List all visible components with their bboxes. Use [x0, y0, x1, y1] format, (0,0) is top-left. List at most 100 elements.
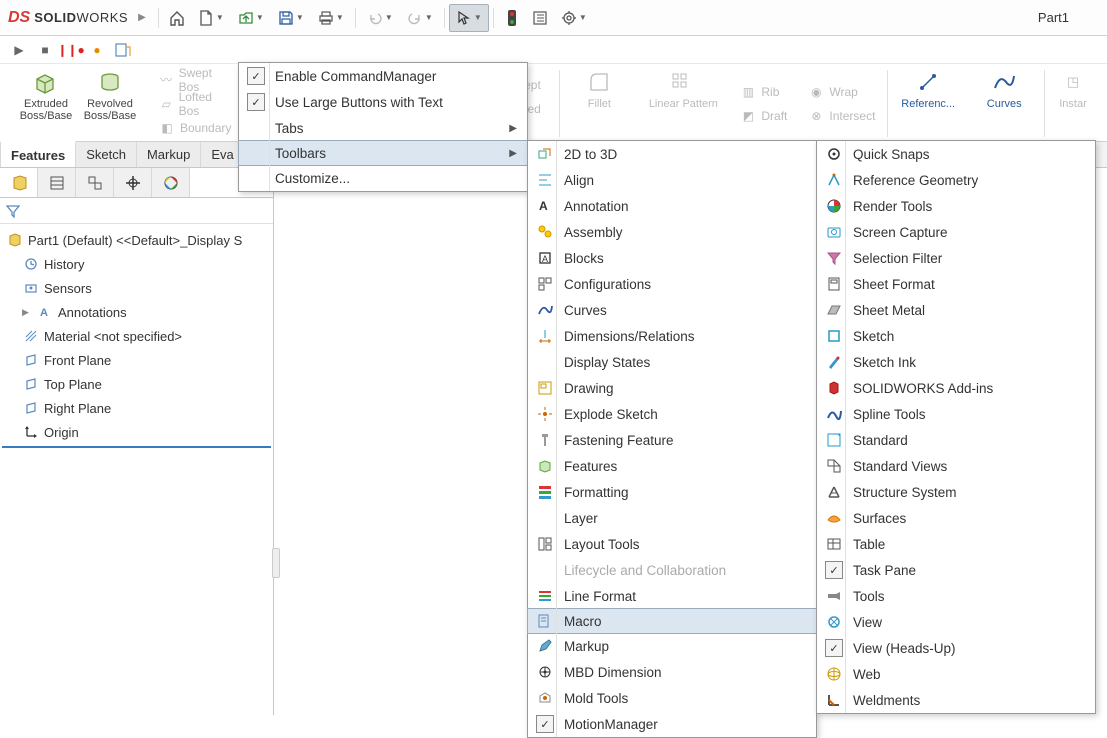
property-tab[interactable]: [38, 168, 76, 197]
menu-item-structure-system[interactable]: Structure System: [817, 479, 1095, 505]
redo-button[interactable]: ▼: [400, 4, 440, 32]
new-button[interactable]: ▼: [191, 4, 231, 32]
menu-item-display-states[interactable]: Display States: [528, 349, 816, 375]
swept-boss-button[interactable]: 〰Swept Bos: [154, 69, 235, 91]
menu-item-configurations[interactable]: Configurations: [528, 271, 816, 297]
menu-item-layer[interactable]: Layer: [528, 505, 816, 531]
tab-sketch[interactable]: Sketch: [76, 142, 137, 167]
record-icon[interactable]: ●: [86, 40, 108, 60]
menu-item-surfaces[interactable]: Surfaces: [817, 505, 1095, 531]
menu-item-assembly[interactable]: Assembly: [528, 219, 816, 245]
pause-record-icon[interactable]: ❙❙●: [60, 40, 82, 60]
menu-item-2d-to-3d[interactable]: 2D to 3D: [528, 141, 816, 167]
intersect-button[interactable]: ⊗Intersect: [803, 105, 879, 127]
revolved-boss-button[interactable]: RevolvedBoss/Base: [78, 68, 142, 122]
menu-item-annotation[interactable]: AAnnotation: [528, 193, 816, 219]
menu-item-quick-snaps[interactable]: Quick Snaps: [817, 141, 1095, 167]
menu-item-layout-tools[interactable]: Layout Tools: [528, 531, 816, 557]
menu-item-reference-geometry[interactable]: Reference Geometry: [817, 167, 1095, 193]
menu-item-dimensions-relations[interactable]: Dimensions/Relations: [528, 323, 816, 349]
curves-button[interactable]: Curves: [972, 68, 1036, 110]
menu-item-markup[interactable]: Markup: [528, 633, 816, 659]
traffic-light-icon[interactable]: [498, 4, 526, 32]
menu-item-tools[interactable]: Tools: [817, 583, 1095, 609]
menu-item-blocks[interactable]: ABlocks: [528, 245, 816, 271]
print-button[interactable]: ▼: [311, 4, 351, 32]
options-list-button[interactable]: [526, 4, 554, 32]
home-button[interactable]: [163, 4, 191, 32]
tree-item-top-plane[interactable]: Top Plane: [2, 372, 271, 396]
boundary-boss-button[interactable]: ◧Boundary: [154, 117, 235, 139]
splitter-handle[interactable]: [272, 548, 280, 578]
menu-item-web[interactable]: Web: [817, 661, 1095, 687]
wrap-button[interactable]: ◉Wrap: [803, 81, 861, 103]
save-button[interactable]: ▼: [271, 4, 311, 32]
filter-row[interactable]: [0, 198, 273, 224]
menu-item-fastening-feature[interactable]: Fastening Feature: [528, 427, 816, 453]
draft-button[interactable]: ◩Draft: [735, 105, 791, 127]
config-tab[interactable]: [76, 168, 114, 197]
appearance-tab[interactable]: [152, 168, 190, 197]
menu-item-sheet-metal[interactable]: Sheet Metal: [817, 297, 1095, 323]
menu-item-features[interactable]: Features: [528, 453, 816, 479]
menu-item-macro[interactable]: Macro: [527, 608, 817, 634]
menu-item-render-tools[interactable]: Render Tools: [817, 193, 1095, 219]
menu-item-screen-capture[interactable]: Screen Capture: [817, 219, 1095, 245]
tree-item-sensors[interactable]: Sensors: [2, 276, 271, 300]
script-icon[interactable]: [112, 40, 134, 60]
menu-item-view[interactable]: View: [817, 609, 1095, 635]
extruded-boss-button[interactable]: ExtrudedBoss/Base: [14, 68, 78, 122]
tree-item-origin[interactable]: Origin: [2, 420, 271, 444]
tree-item-history[interactable]: History: [2, 252, 271, 276]
menu-item-sheet-format[interactable]: Sheet Format: [817, 271, 1095, 297]
menu-item-table[interactable]: Table: [817, 531, 1095, 557]
menu-item-task-pane[interactable]: ✓Task Pane: [817, 557, 1095, 583]
menu-item-view-heads-up-[interactable]: ✓View (Heads-Up): [817, 635, 1095, 661]
tree-root[interactable]: Part1 (Default) <<Default>_Display S: [2, 228, 271, 252]
menu-item-align[interactable]: Align: [528, 167, 816, 193]
fillet-button[interactable]: Fillet: [567, 68, 631, 110]
tab-features[interactable]: Features: [0, 141, 76, 167]
menu-item-sketch[interactable]: Sketch: [817, 323, 1095, 349]
tree-item-annotations[interactable]: ▶AAnnotations: [2, 300, 271, 324]
menu-customize[interactable]: Customize...: [239, 165, 527, 191]
dimxpert-tab[interactable]: [114, 168, 152, 197]
menu-enable-commandmanager[interactable]: ✓ Enable CommandManager: [239, 63, 527, 89]
undo-button[interactable]: ▼: [360, 4, 400, 32]
menu-item-standard[interactable]: Standard: [817, 427, 1095, 453]
menu-item-line-format[interactable]: Line Format: [528, 583, 816, 609]
menu-toolbars[interactable]: Toolbars ▶: [238, 140, 528, 166]
lofted-boss-button[interactable]: ▱Lofted Bos: [154, 93, 235, 115]
reference-geom-button[interactable]: Referenc...: [896, 68, 960, 110]
menu-item-weldments[interactable]: Weldments: [817, 687, 1095, 713]
play-icon[interactable]: ▶: [8, 40, 30, 60]
menu-item-mbd-dimension[interactable]: MBD Dimension: [528, 659, 816, 685]
menu-item-curves[interactable]: Curves: [528, 297, 816, 323]
menu-item-selection-filter[interactable]: Selection Filter: [817, 245, 1095, 271]
app-logo[interactable]: DS SOLIDWORKS ▶: [8, 9, 146, 27]
tree-item-front-plane[interactable]: Front Plane: [2, 348, 271, 372]
feature-tree-tab[interactable]: [0, 168, 38, 197]
linear-pattern-button[interactable]: Linear Pattern: [643, 68, 723, 110]
open-button[interactable]: ▼: [231, 4, 271, 32]
stop-icon[interactable]: ■: [34, 40, 56, 60]
instant3d-button[interactable]: ◳Instar: [1053, 68, 1093, 110]
menu-item-lifecycle-and-collaboration[interactable]: Lifecycle and Collaboration: [528, 557, 816, 583]
settings-button[interactable]: ▼: [554, 4, 594, 32]
menu-item-spline-tools[interactable]: Spline Tools: [817, 401, 1095, 427]
select-button[interactable]: ▼: [449, 4, 489, 32]
menu-use-large-buttons[interactable]: ✓ Use Large Buttons with Text: [239, 89, 527, 115]
expand-icon[interactable]: ▶: [22, 307, 32, 318]
menu-item-drawing[interactable]: Drawing: [528, 375, 816, 401]
menu-item-solidworks-add-ins[interactable]: SOLIDWORKS Add-ins: [817, 375, 1095, 401]
menu-tabs[interactable]: Tabs ▶: [239, 115, 527, 141]
menu-item-standard-views[interactable]: Standard Views: [817, 453, 1095, 479]
menu-item-explode-sketch[interactable]: Explode Sketch: [528, 401, 816, 427]
tab-markup[interactable]: Markup: [137, 142, 201, 167]
tree-item-right-plane[interactable]: Right Plane: [2, 396, 271, 420]
menu-item-mold-tools[interactable]: Mold Tools: [528, 685, 816, 711]
menu-item-formatting[interactable]: Formatting: [528, 479, 816, 505]
rib-button[interactable]: ▥Rib: [735, 81, 783, 103]
menu-item-sketch-ink[interactable]: Sketch Ink: [817, 349, 1095, 375]
tree-item-material[interactable]: Material <not specified>: [2, 324, 271, 348]
